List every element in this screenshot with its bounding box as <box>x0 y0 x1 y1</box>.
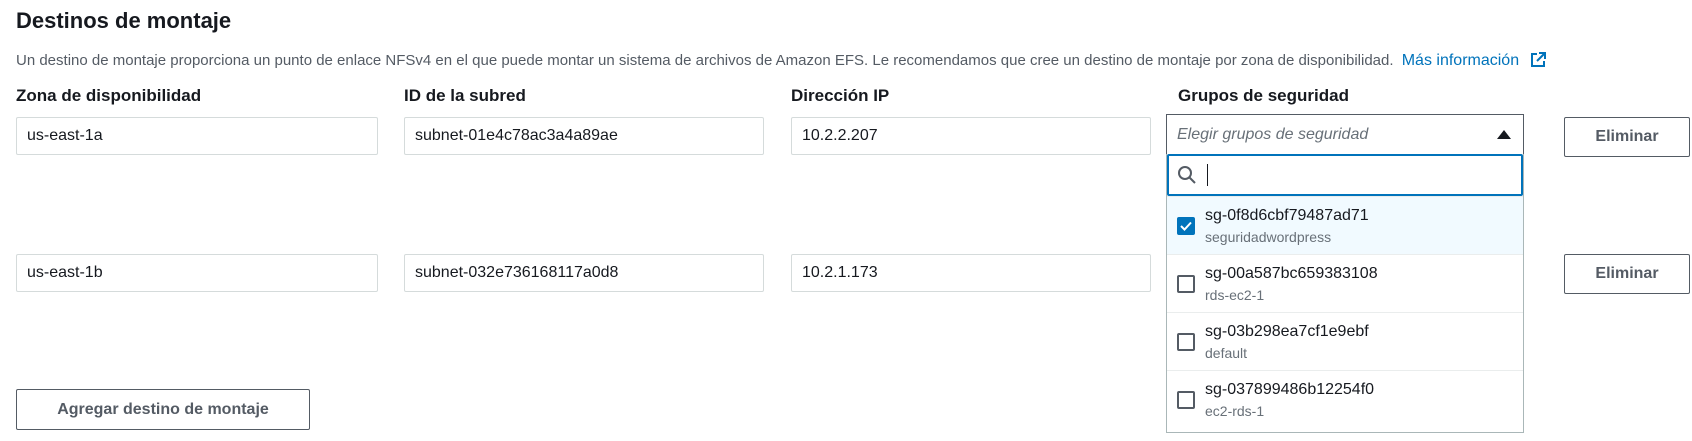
checkbox-checked-icon[interactable] <box>1177 216 1195 235</box>
learn-more-label: Más información <box>1401 52 1520 69</box>
security-groups-select[interactable]: Elegir grupos de seguridad <box>1166 114 1524 154</box>
sg-option-4[interactable]: sg-037899486b12254f0 ec2-rds-1 <box>1167 370 1523 428</box>
security-groups-search-input[interactable] <box>1167 154 1523 196</box>
subnet-field-1[interactable]: subnet-01e4c78ac3a4a89ae <box>404 117 764 155</box>
ip-field-2[interactable]: 10.2.1.173 <box>791 254 1151 292</box>
sg-option-id: sg-0f8d6cbf79487ad71 <box>1205 206 1369 224</box>
sg-option-3[interactable]: sg-03b298ea7cf1e9ebf default <box>1167 312 1523 370</box>
sg-option-2[interactable]: sg-00a587bc659383108 rds-ec2-1 <box>1167 254 1523 312</box>
add-mount-target-button[interactable]: Agregar destino de montaje <box>16 389 310 430</box>
ip-field-1[interactable]: 10.2.2.207 <box>791 117 1151 155</box>
az-field-1[interactable]: us-east-1a <box>16 117 378 155</box>
az-field-2[interactable]: us-east-1b <box>16 254 378 292</box>
subnet-field-2[interactable]: subnet-032e736168117a0d8 <box>404 254 764 292</box>
caret-up-icon <box>1497 130 1511 139</box>
column-header-az: Zona de disponibilidad <box>16 86 202 105</box>
section-description: Un destino de montaje proporciona un pun… <box>16 52 1546 70</box>
sg-option-1[interactable]: sg-0f8d6cbf79487ad71 seguridadwordpress <box>1167 196 1523 254</box>
sg-option-name: ec2-rds-1 <box>1205 402 1265 419</box>
sg-option-id: sg-037899486b12254f0 <box>1205 380 1375 398</box>
section-title: Destinos de montaje <box>16 8 232 33</box>
learn-more-link[interactable]: Más información <box>1402 52 1546 69</box>
column-header-ip: Dirección IP <box>791 86 890 105</box>
sg-option-name: default <box>1205 344 1248 361</box>
checkbox-icon[interactable] <box>1177 274 1195 293</box>
search-icon <box>1178 166 1196 184</box>
security-groups-placeholder: Elegir grupos de seguridad <box>1177 125 1369 143</box>
text-cursor <box>1207 164 1208 186</box>
remove-button-2[interactable]: Eliminar <box>1564 254 1690 294</box>
checkbox-icon[interactable] <box>1177 390 1195 409</box>
column-header-security-groups: Grupos de seguridad <box>1178 86 1349 105</box>
sg-option-id: sg-03b298ea7cf1e9ebf <box>1205 322 1369 340</box>
column-header-subnet: ID de la subred <box>404 86 526 105</box>
sg-option-name: rds-ec2-1 <box>1205 286 1265 303</box>
sg-option-name: seguridadwordpress <box>1205 228 1332 245</box>
sg-option-id: sg-00a587bc659383108 <box>1205 264 1378 282</box>
description-text: Un destino de montaje proporciona un pun… <box>16 52 1394 69</box>
remove-button-1[interactable]: Eliminar <box>1564 117 1690 157</box>
external-link-icon <box>1530 52 1546 67</box>
checkbox-icon[interactable] <box>1177 332 1195 351</box>
security-groups-dropdown: sg-0f8d6cbf79487ad71 seguridadwordpress … <box>1166 154 1524 433</box>
